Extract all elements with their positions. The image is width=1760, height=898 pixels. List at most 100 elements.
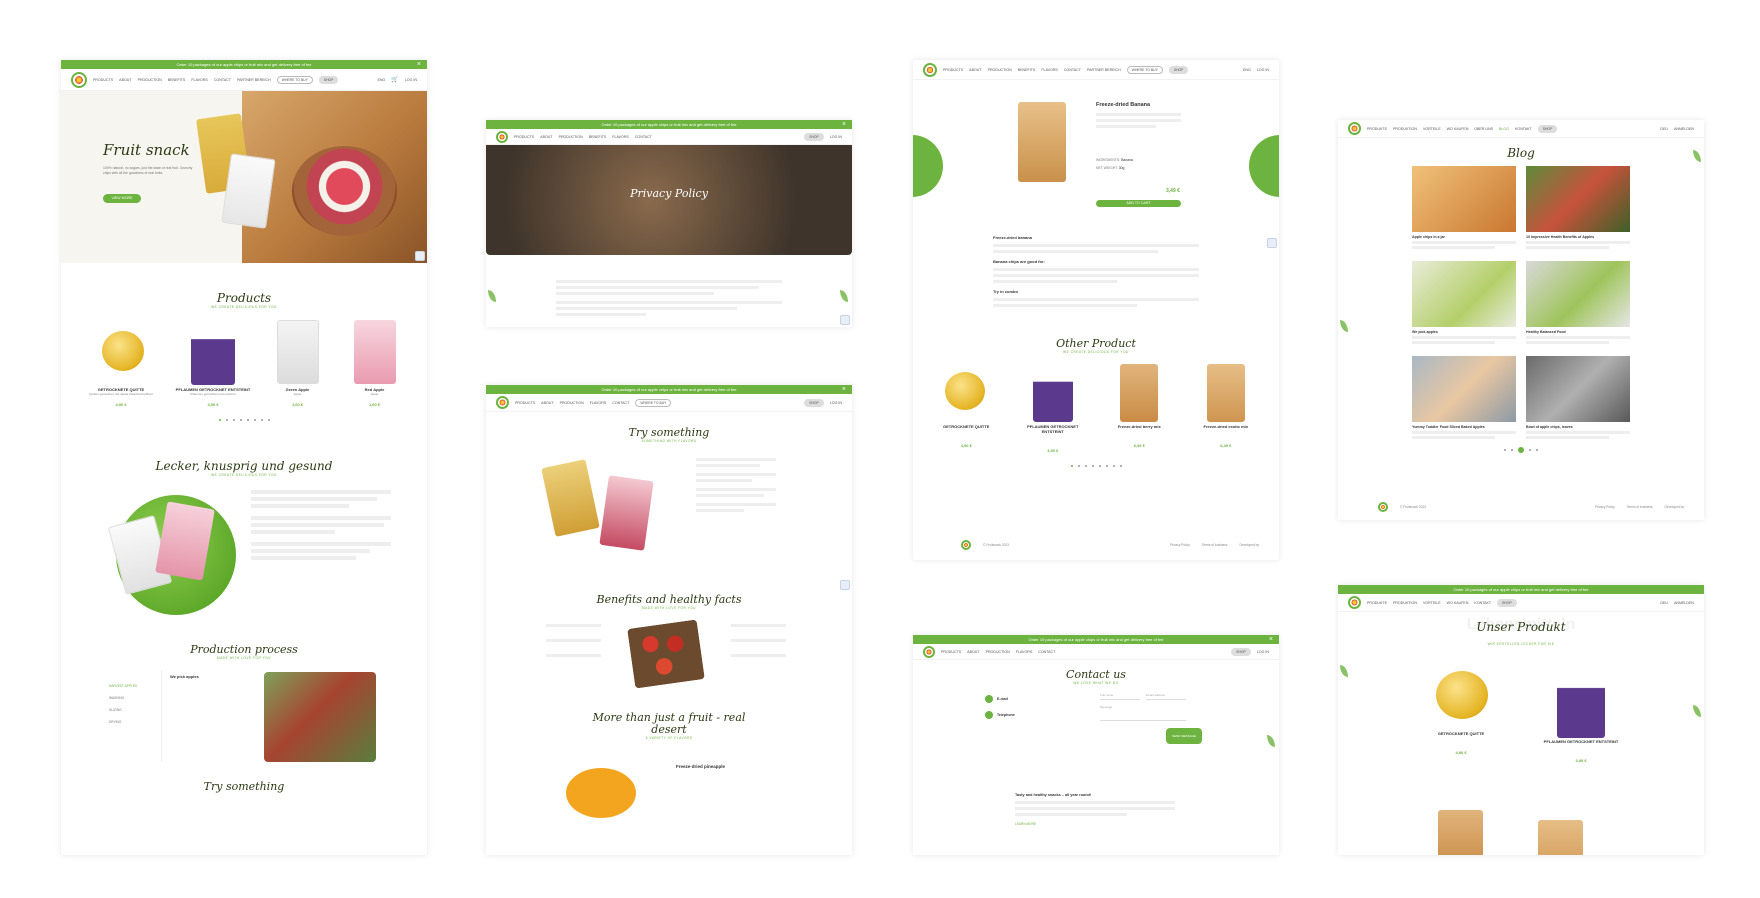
step-item[interactable]: DRYING [109, 716, 137, 728]
nav-about[interactable]: ABOUT [119, 78, 131, 82]
nav-kontakt[interactable]: KONTAKT [1515, 127, 1532, 131]
nav-products[interactable]: PRODUCTS [514, 135, 534, 139]
nav-blog[interactable]: BLOG [1499, 127, 1509, 131]
footer-terms-link[interactable]: Terms of business [1202, 543, 1228, 547]
nav-production[interactable]: PRODUCTION [988, 68, 1012, 72]
login-link[interactable]: LOG IN [830, 401, 842, 405]
nav-benefits[interactable]: BENEFITS [589, 135, 607, 139]
prev-product-arrow[interactable] [913, 135, 943, 197]
nav-about[interactable]: ABOUT [969, 68, 981, 72]
product-card[interactable]: PFLAUMEN GETROCKNET ENTSTEINT 3,90 € [1541, 666, 1621, 763]
nav-products[interactable]: PRODUCTS [943, 68, 963, 72]
brand-logo[interactable] [923, 62, 937, 77]
close-icon[interactable]: × [1269, 635, 1273, 644]
close-icon[interactable]: × [842, 120, 846, 129]
nav-produktion[interactable]: PRODUKTION [1393, 601, 1417, 605]
nav-products[interactable]: PRODUCTS [941, 650, 961, 654]
brand-logo[interactable] [1348, 122, 1361, 135]
nav-flavors[interactable]: FLAVORS [1041, 68, 1058, 72]
blog-card[interactable]: 10 Impressive Health Benefits of Apples [1526, 166, 1630, 249]
add-to-cart-button[interactable]: ADD TO CART [1096, 200, 1181, 207]
where-to-buy-button[interactable]: WHERE TO BUY [635, 398, 672, 407]
login-link[interactable]: LOG IN [1257, 68, 1269, 72]
nav-kontakt[interactable]: KONTAKT [1474, 601, 1491, 605]
nav-flavors[interactable]: FLAVORS [612, 135, 629, 139]
next-product-arrow[interactable] [1249, 135, 1279, 197]
nav-vorteile[interactable]: VORTEILE [1423, 601, 1441, 605]
shop-button[interactable]: SHOP [804, 132, 824, 141]
shop-button[interactable]: SHOP [1497, 598, 1517, 607]
step-item[interactable]: HARVEST APPLES [109, 680, 137, 692]
email-field[interactable]: Email address [1146, 693, 1186, 700]
nav-production[interactable]: PRODUCTION [138, 78, 162, 82]
nav-flavors[interactable]: FLAVORS [1016, 650, 1033, 654]
blog-card[interactable]: Apple chips in a jar [1412, 166, 1516, 249]
nav-partner[interactable]: PARTNER BEREICH [1087, 68, 1121, 72]
language-select[interactable]: DEU [1660, 601, 1668, 605]
nav-contact[interactable]: CONTACT [612, 401, 629, 405]
language-select[interactable]: ENG [378, 78, 386, 82]
shop-button[interactable]: SHOP [1168, 65, 1189, 74]
blog-card[interactable]: Healthy Balanced Food [1526, 261, 1630, 344]
shop-button[interactable]: SHOP [1537, 124, 1558, 133]
product-card[interactable]: Green Apple Apple 1,60 € [268, 317, 328, 407]
nav-benefits[interactable]: BENEFITS [1018, 68, 1036, 72]
nav-products[interactable]: PRODUCTS [515, 401, 535, 405]
blog-card[interactable]: Yummy Toddler Food Sliced Baked Apples [1412, 356, 1516, 439]
product-card[interactable]: PFLAUMEN GETROCKNET ENTSTEINT Pflaumen g… [176, 317, 251, 407]
footer-terms-link[interactable]: Terms of business [1627, 505, 1653, 509]
blog-card[interactable]: Bowl of apple chips, leaves [1526, 356, 1630, 439]
nav-flavors[interactable]: FLAVORS [191, 78, 208, 82]
product-card[interactable]: PFLAUMEN GETROCKNET ENTSTEINT 3,90 € [1018, 364, 1088, 453]
nav-about[interactable]: ABOUT [541, 401, 553, 405]
learn-more-link[interactable]: LEARN MORE [1015, 822, 1279, 826]
login-link[interactable]: LOG IN [1257, 650, 1269, 654]
product-card[interactable]: GETROCKNETE QUITTE 4,90 € [931, 364, 1001, 453]
login-link[interactable]: ANMELDEN [1674, 127, 1694, 131]
product-card[interactable]: Freeze-dried exotic mix 6,49 € [1191, 364, 1261, 453]
nav-benefits[interactable]: BENEFITS [168, 78, 186, 82]
footer-privacy-link[interactable]: Privacy Policy [1170, 543, 1190, 547]
close-icon[interactable]: × [842, 385, 846, 394]
message-field[interactable]: Message [1100, 705, 1186, 721]
product-card[interactable]: Freeze-dried berry mix 6,49 € [1104, 364, 1174, 453]
brand-logo[interactable] [923, 645, 935, 658]
nav-contact[interactable]: CONTACT [1064, 68, 1081, 72]
nav-about[interactable]: ABOUT [540, 135, 552, 139]
nav-vorteile[interactable]: VORTEILE [1423, 127, 1441, 131]
step-item[interactable]: WASHING [109, 692, 137, 704]
shop-button[interactable]: SHOP [318, 75, 339, 84]
nav-about[interactable]: ABOUT [967, 650, 979, 654]
nav-partner[interactable]: PARTNER BEREICH [237, 78, 271, 82]
footer-privacy-link[interactable]: Privacy Policy [1595, 505, 1615, 509]
language-select[interactable]: ENG [1243, 68, 1251, 72]
blog-pagination[interactable] [1338, 447, 1704, 453]
shop-button[interactable]: SHOP [804, 398, 824, 407]
language-select[interactable]: DEU [1660, 127, 1668, 131]
nav-contact[interactable]: CONTACT [1038, 650, 1055, 654]
cart-icon[interactable]: 🛒 [391, 76, 398, 83]
shop-button[interactable]: SHOP [1231, 647, 1251, 656]
login-link[interactable]: LOG IN [830, 135, 842, 139]
product-card[interactable]: GETROCKNETE QUITTE 4,90 € [1421, 666, 1501, 763]
nav-flavors[interactable]: FLAVORS [590, 401, 607, 405]
where-to-buy-button[interactable]: WHERE TO BUY [1126, 65, 1163, 74]
where-to-buy-button[interactable]: WHERE TO BUY [276, 75, 313, 84]
nav-products[interactable]: PRODUCTS [93, 78, 113, 82]
product-card[interactable]: Red Apple Apple 1,60 € [345, 317, 405, 407]
nav-wo-kaufen[interactable]: WO KAUFEN [1447, 127, 1469, 131]
nav-produkte[interactable]: PRODUKTE [1367, 601, 1387, 605]
hero-view-more-button[interactable]: VIEW MORE [103, 194, 141, 203]
nav-production[interactable]: PRODUCTION [560, 401, 584, 405]
name-field[interactable]: Full name [1100, 693, 1140, 700]
login-link[interactable]: ANMELDEN [1674, 601, 1694, 605]
nav-contact[interactable]: CONTACT [214, 78, 231, 82]
nav-production[interactable]: PRODUCTION [559, 135, 583, 139]
brand-logo[interactable] [1348, 596, 1361, 609]
step-item[interactable]: SLICING [109, 704, 137, 716]
login-link[interactable]: LOG IN [405, 78, 417, 82]
brand-logo[interactable] [496, 396, 509, 409]
nav-produkte[interactable]: PRODUKTE [1367, 127, 1387, 131]
nav-ueber-uns[interactable]: ÜBER UNS [1474, 127, 1493, 131]
brand-logo[interactable] [71, 71, 87, 88]
